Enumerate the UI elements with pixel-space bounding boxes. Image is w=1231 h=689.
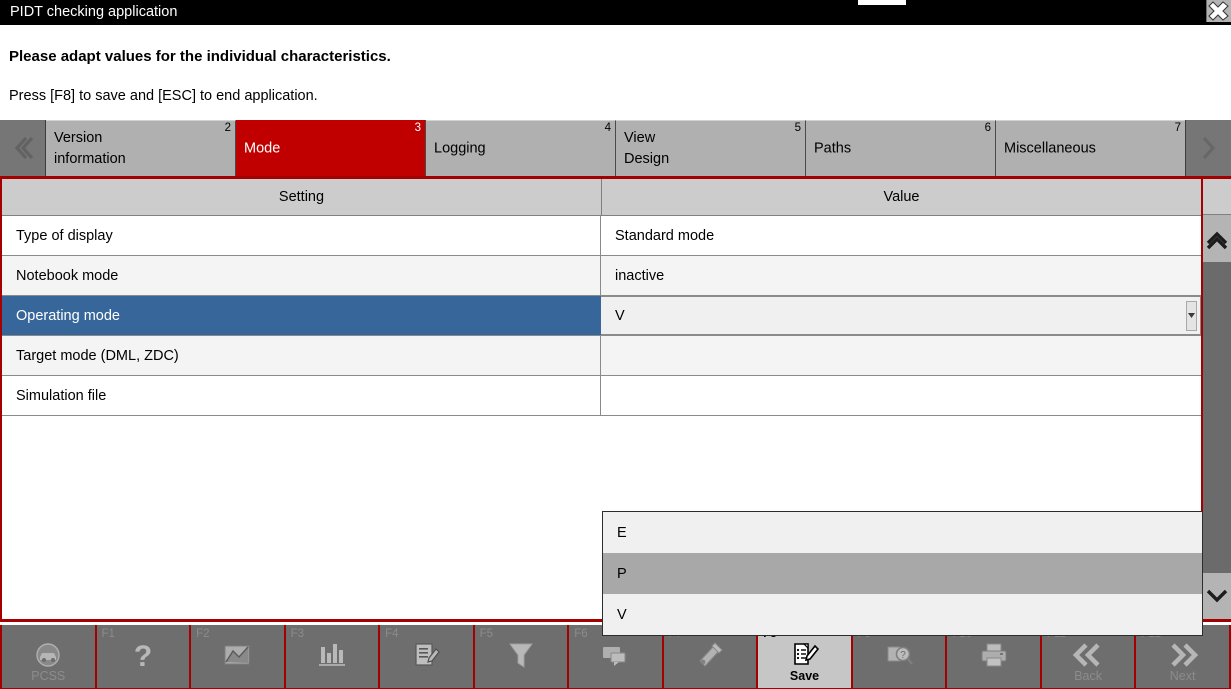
tab-paths[interactable]: 6 Paths — [806, 120, 996, 176]
combobox-toggle-button[interactable] — [1186, 301, 1197, 331]
printer-icon — [947, 638, 1040, 672]
search-doc-icon: ? — [853, 638, 946, 672]
setting-name-cell: Operating mode — [2, 296, 601, 335]
table-row[interactable]: Type of display Standard mode — [2, 216, 1201, 256]
column-header-setting: Setting — [2, 179, 602, 215]
vertical-scroll-rail — [1202, 179, 1231, 619]
title-bar-artifact — [858, 0, 906, 5]
title-bar: PIDT checking application — [0, 0, 1231, 25]
fnkey-label: Back — [1042, 669, 1135, 683]
fnkey-f4[interactable]: F4 — [380, 625, 475, 688]
tab-number: 4 — [605, 121, 611, 135]
setting-name-cell: Notebook mode — [2, 256, 601, 295]
svg-text:?: ? — [900, 650, 906, 661]
caret-down-icon — [1188, 313, 1195, 318]
filter-funnel-icon — [475, 638, 568, 672]
combobox-selected-value: V — [615, 308, 625, 324]
window-title: PIDT checking application — [10, 3, 177, 22]
fnkey-f2[interactable]: F2 — [191, 625, 286, 688]
tab-logging[interactable]: 4 Logging — [426, 120, 616, 176]
table-row[interactable]: Notebook mode inactive — [2, 256, 1201, 296]
tab-label: View Design — [624, 128, 669, 170]
tab-number: 6 — [985, 121, 991, 135]
setting-value-cell[interactable]: Standard mode — [601, 216, 1201, 255]
tools-icon — [664, 638, 757, 672]
question-mark-icon: ? — [97, 638, 190, 672]
car-pcss-icon — [2, 638, 95, 672]
tab-version-information[interactable]: 2 Version information — [46, 120, 236, 176]
fnkey-f3[interactable]: F3 — [286, 625, 381, 688]
table-row-selected[interactable]: Operating mode V — [2, 296, 1201, 336]
scroll-up-button[interactable] — [1203, 215, 1231, 262]
instruction-headline: Please adapt values for the individual c… — [9, 48, 391, 65]
setting-value-cell[interactable]: inactive — [601, 256, 1201, 295]
tab-view-design[interactable]: 5 View Design — [616, 120, 806, 176]
scroll-down-button[interactable] — [1203, 573, 1231, 619]
tab-scroll-left-button[interactable] — [0, 120, 46, 176]
tab-number: 5 — [795, 121, 801, 135]
comment-icon — [569, 638, 662, 672]
tab-label: Paths — [814, 138, 851, 159]
tab-number: 3 — [415, 121, 421, 135]
chevron-left-icon — [10, 133, 36, 163]
scroll-rail-header-cap — [1203, 179, 1231, 215]
close-button[interactable] — [1206, 0, 1231, 22]
tab-label: Miscellaneous — [1004, 138, 1096, 159]
close-x-icon — [1207, 0, 1231, 22]
setting-name-cell: Type of display — [2, 216, 601, 255]
tab-label: Logging — [434, 138, 486, 159]
table-row[interactable]: Simulation file — [2, 376, 1201, 416]
settings-content-area: Setting Value Type of display Standard m… — [0, 176, 1231, 622]
chart-area-icon — [191, 638, 284, 672]
dropdown-option-e[interactable]: E — [603, 512, 1202, 553]
tab-label: Mode — [244, 138, 280, 159]
bar-chart-icon — [286, 638, 379, 672]
svg-text:?: ? — [134, 640, 152, 670]
tab-strip: 2 Version information 3 Mode 4 Logging 5… — [46, 120, 1185, 176]
tab-mode[interactable]: 3 Mode — [236, 120, 426, 176]
fnkey-label: PCSS — [2, 669, 95, 683]
dropdown-option-p[interactable]: P — [603, 553, 1202, 594]
operating-mode-dropdown-list[interactable]: E P V — [602, 511, 1203, 636]
instruction-panel: Please adapt values for the individual c… — [0, 25, 1231, 120]
tab-number: 7 — [1175, 121, 1181, 135]
chevron-right-icon — [1196, 133, 1222, 163]
save-edit-icon — [758, 638, 851, 672]
table-header-row: Setting Value — [2, 179, 1201, 216]
table-row[interactable]: Target mode (DML, ZDC) — [2, 336, 1201, 376]
setting-value-cell[interactable] — [601, 376, 1201, 415]
chevron-up-icon — [1204, 228, 1230, 250]
tab-number: 2 — [225, 121, 231, 135]
double-right-icon — [1136, 638, 1229, 672]
fnkey-pcss[interactable]: PCSS — [2, 625, 97, 688]
chevron-down-icon — [1204, 585, 1230, 607]
setting-name-cell: Simulation file — [2, 376, 601, 415]
tab-scroll-right-button[interactable] — [1185, 120, 1231, 176]
fnkey-f1-help[interactable]: F1 ? — [97, 625, 192, 688]
setting-value-cell[interactable] — [601, 336, 1201, 375]
double-left-icon — [1042, 638, 1135, 672]
dropdown-option-v[interactable]: V — [603, 594, 1202, 635]
application-window: PIDT checking application Please adapt v… — [0, 0, 1231, 689]
column-header-value: Value — [602, 179, 1201, 215]
setting-name-cell: Target mode (DML, ZDC) — [2, 336, 601, 375]
instruction-subline: Press [F8] to save and [ESC] to end appl… — [9, 88, 318, 104]
settings-table: Setting Value Type of display Standard m… — [0, 179, 1202, 619]
tab-label: Version information — [54, 128, 126, 170]
fnkey-label: Save — [758, 669, 851, 683]
operating-mode-combobox[interactable]: V — [601, 296, 1201, 335]
edit-list-icon — [380, 638, 473, 672]
fnkey-label: Next — [1136, 669, 1229, 683]
tab-bar: 2 Version information 3 Mode 4 Logging 5… — [0, 120, 1231, 176]
fnkey-f5-filter[interactable]: F5 — [475, 625, 570, 688]
tab-miscellaneous[interactable]: 7 Miscellaneous — [996, 120, 1185, 176]
